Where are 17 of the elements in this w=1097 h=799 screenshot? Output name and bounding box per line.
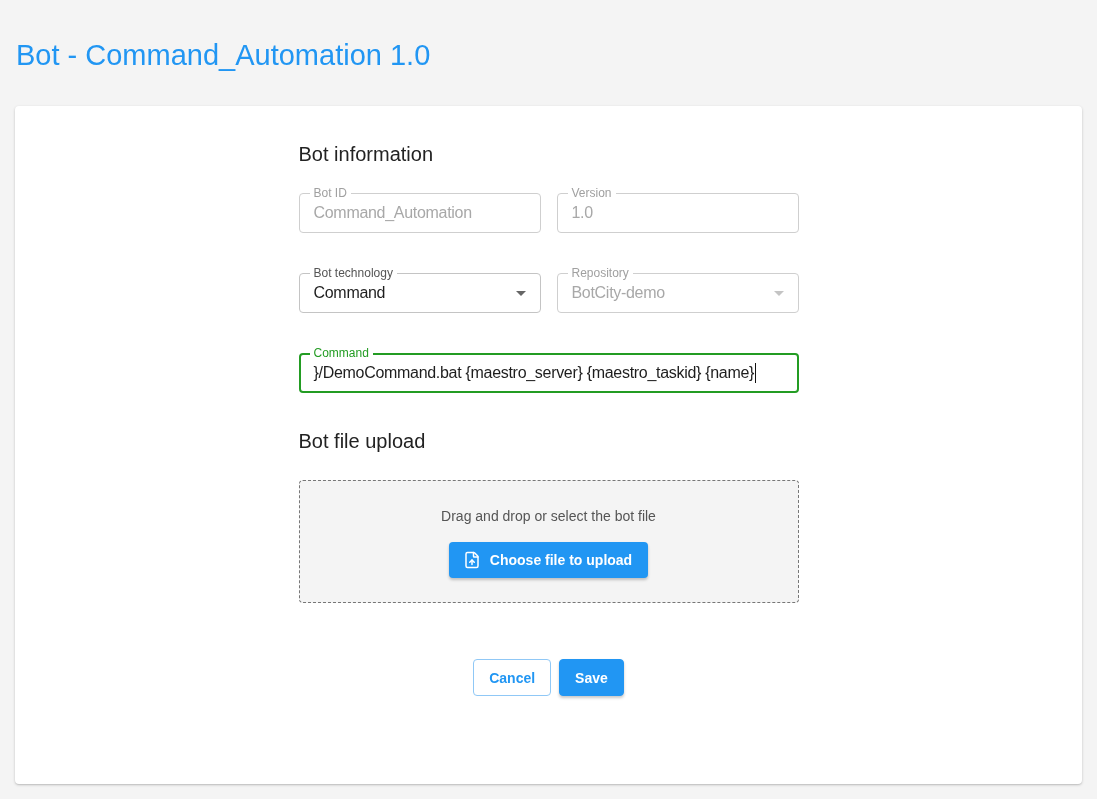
section-heading: Bot file upload bbox=[298, 429, 426, 453]
cancel-button[interactable]: Cancel bbox=[473, 659, 552, 696]
page-title: Bot - Command_Automation 1.0 bbox=[16, 38, 431, 72]
text-cursor bbox=[755, 363, 757, 383]
file-upload-icon bbox=[462, 551, 481, 569]
caret-icon bbox=[773, 290, 784, 296]
field-label: Command bbox=[309, 346, 373, 360]
save-button[interactable]: Save bbox=[559, 659, 624, 696]
field-label: Bot technology bbox=[309, 266, 397, 280]
section-heading: Bot information bbox=[298, 142, 433, 166]
drop-hint: Drag and drop or select the bot file bbox=[441, 507, 656, 525]
file-drop-zone[interactable]: Drag and drop or select the bot file Choose file to upload bbox=[298, 480, 799, 603]
caret-icon bbox=[515, 290, 526, 296]
field-label: Version bbox=[567, 186, 616, 200]
field-label: Bot ID bbox=[309, 186, 351, 200]
field-label: Repository bbox=[567, 266, 633, 280]
upload-button[interactable]: Choose file to upload bbox=[448, 542, 649, 578]
